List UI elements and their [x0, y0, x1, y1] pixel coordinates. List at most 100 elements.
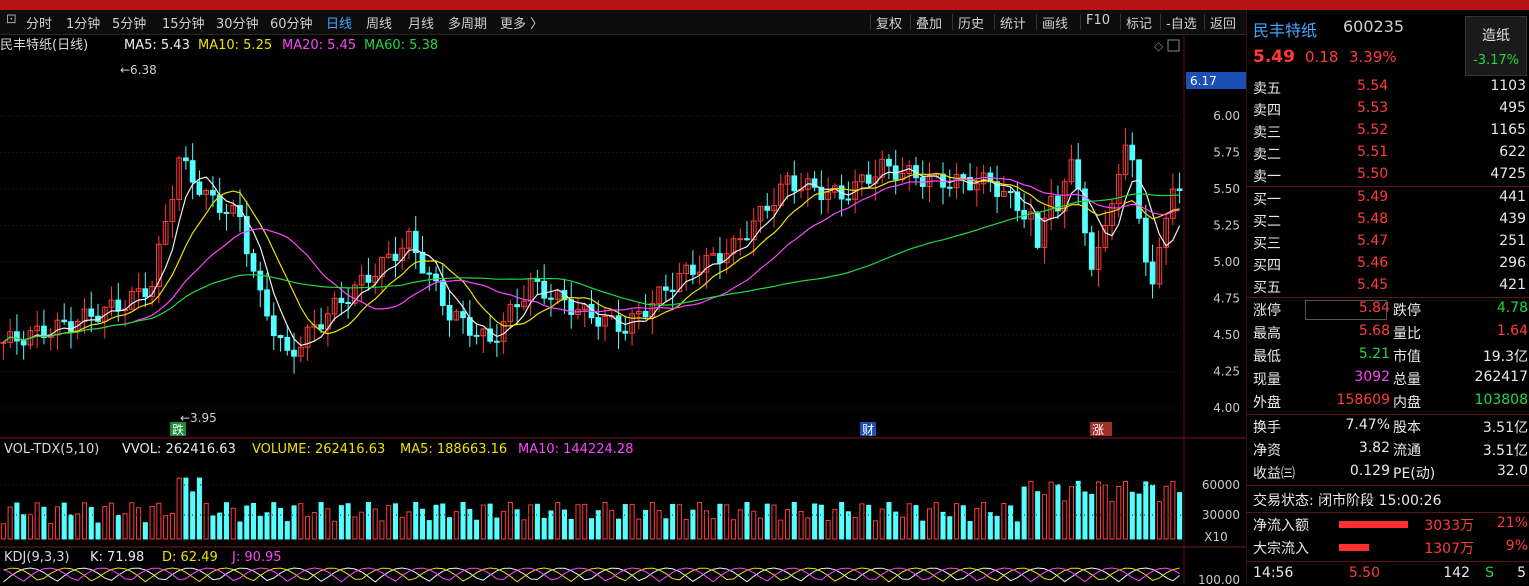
bid-row-4[interactable]: 买四 5.46 296: [1247, 253, 1529, 276]
volume-bar: [21, 514, 27, 540]
kdj-indicator-name: KDJ(9,3,3): [4, 550, 70, 565]
candle-body: [1176, 188, 1183, 191]
volume-bar: [514, 509, 520, 540]
candle-body: [865, 174, 872, 184]
candle-body: [223, 211, 230, 214]
candle-body: [365, 274, 372, 283]
volume-bar: [899, 516, 905, 540]
volume-bar: [27, 513, 33, 540]
sector-box[interactable]: 造纸 -3.17%: [1465, 16, 1527, 76]
ask-row-4[interactable]: 卖四 5.53 495: [1247, 98, 1529, 121]
period-tab-2[interactable]: 5分钟: [112, 13, 146, 32]
volume-bar: [115, 514, 121, 540]
volume-bar: [88, 507, 94, 540]
toolbar-button-6[interactable]: 标记: [1126, 13, 1152, 32]
price-change: 0.18: [1305, 48, 1339, 66]
volume-bar: [183, 477, 189, 540]
toolbar-button-0[interactable]: 复权: [876, 13, 902, 32]
stat-label: 市值: [1393, 349, 1421, 365]
toolbar-button-7[interactable]: -自选: [1166, 13, 1197, 32]
toolbar-button-5[interactable]: F10: [1086, 13, 1110, 28]
volume-bar: [142, 522, 148, 540]
stat-row: 收益㈢ 0.129 PE(动) 32.0: [1247, 461, 1529, 484]
stat-value: 0.129: [1349, 463, 1390, 479]
period-tab-6[interactable]: 日线: [326, 13, 352, 32]
volume-bar: [798, 510, 804, 540]
toggle-panel-icon[interactable]: ⊡: [6, 12, 17, 27]
period-tab-3[interactable]: 15分钟: [162, 13, 205, 32]
volume-bar: [1095, 481, 1102, 540]
candle-body: [642, 310, 649, 318]
ask-row-5[interactable]: 卖五 5.54 1103: [1247, 76, 1529, 99]
row-label: 卖一: [1253, 169, 1281, 185]
fund-flow-row: 净流入额 3033万 21%: [1247, 513, 1529, 536]
volume-bar: [298, 503, 304, 540]
window-restore-icon[interactable]: [1167, 39, 1180, 52]
flow-label: 大宗流入: [1253, 541, 1309, 557]
volume-bar: [1062, 500, 1068, 540]
bid-row-5[interactable]: 买五 5.45 421: [1247, 275, 1529, 298]
kdj-j-label: J: 90.95: [231, 550, 282, 565]
toolbar-button-8[interactable]: 返回: [1210, 13, 1236, 32]
kline-chart[interactable]: 6.00 5.75 5.50 5.25 5.00 4.75 4.50 4.25 4.00 6000…: [0, 34, 1246, 584]
ask-row-1[interactable]: 卖一 5.50 4725: [1247, 164, 1529, 187]
ask-row-2[interactable]: 卖二 5.51 622: [1247, 142, 1529, 165]
period-tab-5[interactable]: 60分钟: [270, 13, 313, 32]
volume-bar: [271, 502, 277, 540]
volume-bar: [987, 512, 993, 540]
period-tab-0[interactable]: 分时: [26, 13, 52, 32]
volume-bar: [670, 503, 676, 540]
stock-name[interactable]: 民丰特纸: [1253, 17, 1317, 41]
period-tab-8[interactable]: 月线: [408, 13, 434, 32]
candle-body: [473, 334, 480, 337]
ask-row-3[interactable]: 卖三 5.52 1165: [1247, 120, 1529, 143]
volume-bar: [1109, 500, 1115, 540]
toolbar-separator: [994, 14, 995, 30]
row-volume: 495: [1499, 100, 1526, 116]
stat-label: 量比: [1393, 326, 1421, 342]
candle-body: [88, 308, 95, 317]
bid-row-2[interactable]: 买二 5.48 439: [1247, 209, 1529, 232]
volume-bar: [440, 503, 446, 540]
candle-body: [419, 252, 426, 274]
candle-body: [669, 289, 676, 293]
toolbar-separator: [1120, 14, 1121, 30]
bid-row-1[interactable]: 买一 5.49 441: [1247, 187, 1529, 210]
volume-bar: [406, 511, 412, 540]
flow-pct: 9%: [1505, 538, 1528, 554]
flow-bar: [1339, 521, 1409, 528]
volume-bar: [771, 504, 777, 540]
toolbar-separator: [1160, 14, 1161, 30]
stat-value: 5.21: [1358, 346, 1390, 362]
stat-label: 现量: [1253, 372, 1281, 388]
stat-label: 最低: [1253, 349, 1281, 365]
candle-body: [291, 349, 297, 357]
candle-body: [115, 299, 122, 311]
volume-bar: [217, 512, 223, 540]
period-tab-1[interactable]: 1分钟: [66, 13, 100, 32]
row-price: 5.54: [1357, 78, 1389, 94]
volume-bar: [575, 504, 581, 540]
volume-bar: [528, 504, 534, 540]
stat-value: 158609: [1336, 392, 1390, 408]
stat-label: 收益㈢: [1253, 466, 1295, 482]
bid-row-3[interactable]: 买三 5.47 251: [1247, 231, 1529, 254]
stat-row: 换手 7.47% 股本 3.51亿: [1247, 415, 1529, 438]
volume-bar: [683, 518, 689, 540]
candle-body: [0, 341, 7, 344]
stat-label: 外盘: [1253, 395, 1281, 411]
volume-bar: [852, 516, 858, 540]
toolbar-button-4[interactable]: 画线: [1042, 13, 1068, 32]
volume-bar: [872, 520, 878, 540]
stats-divider: [1247, 561, 1529, 562]
toolbar-button-1[interactable]: 叠加: [916, 13, 942, 32]
candle-body: [886, 158, 892, 167]
period-tab-7[interactable]: 周线: [366, 13, 392, 32]
row-volume: 439: [1499, 211, 1526, 227]
stat-row: 涨停 5.84 跌停 4.78: [1247, 298, 1529, 321]
toolbar-button-2[interactable]: 历史: [958, 13, 984, 32]
period-tab-10[interactable]: 更多 〉: [500, 13, 543, 32]
toolbar-button-3[interactable]: 统计: [1000, 13, 1026, 32]
period-tab-9[interactable]: 多周期: [448, 13, 487, 32]
period-tab-4[interactable]: 30分钟: [216, 13, 259, 32]
